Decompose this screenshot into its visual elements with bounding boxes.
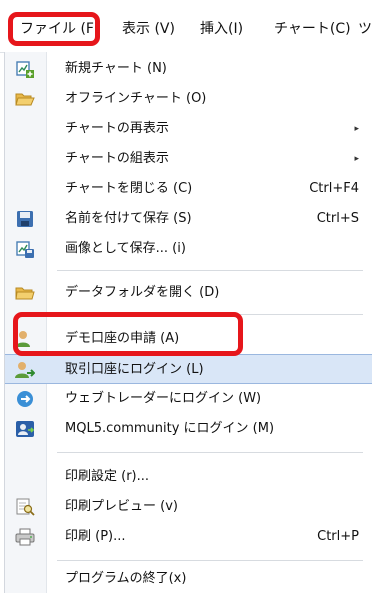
menu-item-chart-redisplay[interactable]: チャートの再表示 ▸ — [5, 114, 372, 144]
shortcut-label: Ctrl+F4 — [309, 181, 359, 196]
file-dropdown-menu: 新規チャート (N) オフラインチャート (O) チャートの再表示 ▸ チャート… — [4, 52, 372, 593]
printer-icon — [15, 528, 35, 546]
menu-item-login-trade-account[interactable]: 取引口座にログイン (L) — [5, 354, 372, 384]
menu-item-exit[interactable]: プログラムの終了(x) — [5, 564, 372, 593]
menu-item-label: 印刷 (P)... — [65, 529, 126, 544]
menu-item-login-webtrader[interactable]: ウェブトレーダーにログイン (W) — [5, 384, 372, 414]
menu-item-close-chart[interactable]: チャートを閉じる (C) Ctrl+F4 — [5, 174, 372, 204]
menu-item-chart-profiles[interactable]: チャートの組表示 ▸ — [5, 144, 372, 174]
menu-chart[interactable]: チャート(C) — [274, 18, 351, 40]
menu-separator — [57, 314, 363, 315]
print-preview-icon — [15, 498, 35, 516]
menu-item-label: MQL5.community にログイン (M) — [65, 421, 275, 436]
mql5-icon — [15, 420, 35, 438]
menu-item-label: デモ口座の申請 (A) — [65, 331, 180, 346]
menu-item-label: チャートの再表示 — [65, 121, 169, 136]
menu-item-label: データフォルダを開く (D) — [65, 285, 220, 300]
menu-item-label: チャートを閉じる (C) — [65, 181, 193, 196]
menu-item-print-preview[interactable]: 印刷プレビュー (v) — [5, 492, 372, 522]
menu-file[interactable]: ファイル (F) — [20, 18, 99, 40]
menu-item-offline-chart[interactable]: オフラインチャート (O) — [5, 84, 372, 114]
menu-item-print[interactable]: 印刷 (P)... Ctrl+P — [5, 522, 372, 552]
menu-view[interactable]: 表示 (V) — [122, 18, 175, 40]
menu-separator — [57, 270, 363, 271]
menu-item-label: 新規チャート (N) — [65, 61, 167, 76]
open-folder-icon — [15, 90, 35, 108]
menu-item-label: 名前を付けて保存 (S) — [65, 211, 192, 226]
new-chart-icon — [15, 60, 35, 78]
webtrader-icon — [15, 390, 35, 408]
menu-insert[interactable]: 挿入(I) — [200, 18, 243, 40]
menu-item-label: 取引口座にログイン (L) — [65, 362, 204, 377]
menu-item-save-as-image[interactable]: 画像として保存... (i) — [5, 234, 372, 264]
shortcut-label: Ctrl+S — [316, 211, 359, 226]
menu-item-label: 画像として保存... (i) — [65, 241, 186, 256]
menu-item-save-as[interactable]: 名前を付けて保存 (S) Ctrl+S — [5, 204, 372, 234]
menu-item-login-mql5[interactable]: MQL5.community にログイン (M) — [5, 414, 372, 444]
menu-separator — [57, 452, 363, 453]
demo-account-icon — [15, 330, 35, 348]
menu-item-label: チャートの組表示 — [65, 151, 169, 166]
save-image-icon — [15, 240, 35, 258]
menu-item-open-demo-account[interactable]: デモ口座の申請 (A) — [5, 324, 372, 354]
menu-item-label: オフラインチャート (O) — [65, 91, 207, 106]
menu-item-label: 印刷プレビュー (v) — [65, 499, 178, 514]
folder-icon — [15, 284, 35, 302]
menu-item-open-data-folder[interactable]: データフォルダを開く (D) — [5, 278, 372, 308]
save-icon — [15, 210, 35, 228]
menu-separator — [57, 560, 363, 561]
menu-item-label: プログラムの終了(x) — [65, 571, 187, 586]
login-user-icon — [15, 361, 36, 379]
menu-item-new-chart[interactable]: 新規チャート (N) — [5, 54, 372, 84]
menu-tools-truncated[interactable]: ツ — [358, 18, 372, 40]
shortcut-label: Ctrl+P — [317, 529, 359, 544]
menu-item-label: ウェブトレーダーにログイン (W) — [65, 391, 262, 406]
submenu-arrow-icon: ▸ — [354, 154, 359, 164]
menu-item-print-setup[interactable]: 印刷設定 (r)... — [5, 462, 372, 492]
menu-bar: ファイル (F) 表示 (V) 挿入(I) チャート(C) ツ — [0, 0, 372, 53]
submenu-arrow-icon: ▸ — [354, 124, 359, 134]
menu-item-label: 印刷設定 (r)... — [65, 469, 150, 484]
